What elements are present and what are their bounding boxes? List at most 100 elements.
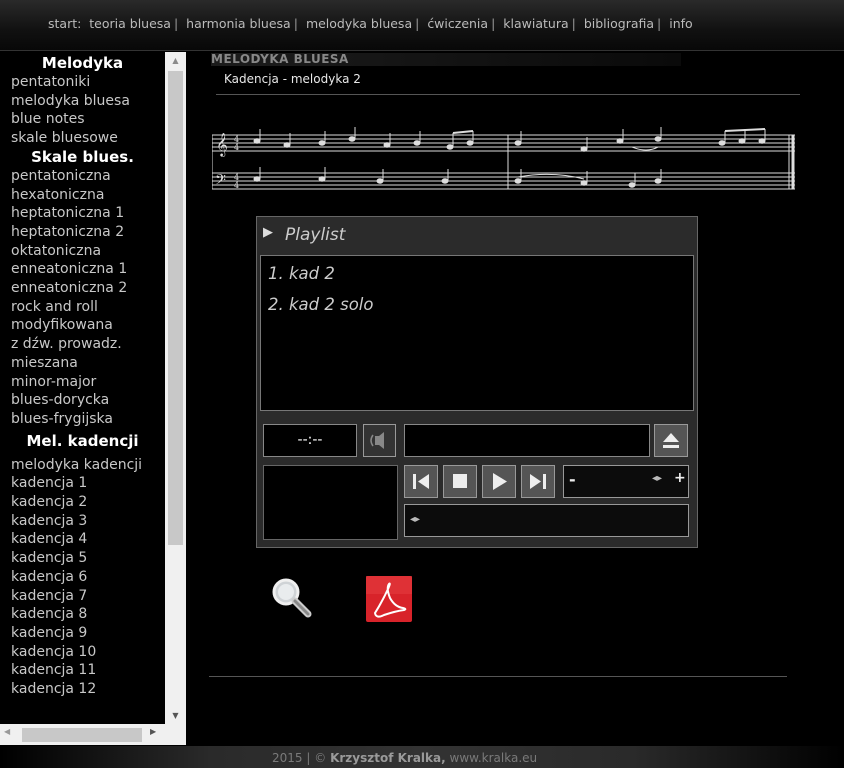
volume-toggle-button[interactable]: [363, 424, 396, 457]
sidebar-link[interactable]: kadencja 3: [0, 512, 165, 531]
playlist-item[interactable]: 1. kad 2: [268, 264, 335, 283]
sidebar-link[interactable]: blues-frygijska: [0, 410, 165, 429]
nav-sep: |: [491, 16, 496, 31]
playlist-label: Playlist: [285, 225, 346, 245]
scrollbar-thumb[interactable]: [22, 728, 142, 742]
playlist-item[interactable]: 2. kad 2 solo: [268, 295, 374, 314]
sidebar-link[interactable]: mieszana: [0, 354, 165, 373]
main-content: MELODYKA BLUESA Kadencja - melodyka 2 𝄞 …: [186, 52, 844, 746]
nav-sep: |: [415, 16, 420, 31]
sidebar-link[interactable]: heptatoniczna 1: [0, 204, 165, 223]
previous-button[interactable]: [404, 465, 438, 498]
magnifier-icon[interactable]: [270, 576, 314, 620]
divider: [216, 94, 800, 95]
sidebar-link[interactable]: kadencja 7: [0, 587, 165, 606]
sidebar-link[interactable]: kadencja 1: [0, 474, 165, 493]
playlist-header[interactable]: ▶ Playlist: [257, 217, 697, 254]
seek-handle-icon[interactable]: ◂▸: [410, 514, 420, 525]
sidebar-link[interactable]: z dźw. prowadz.: [0, 335, 165, 354]
skip-back-icon: [413, 474, 429, 489]
nav-item-info[interactable]: info: [669, 16, 692, 31]
visualizer-area: [263, 465, 398, 540]
sidebar-link[interactable]: kadencja 11: [0, 661, 165, 680]
sidebar-list: Melodyka pentatoniki melodyka bluesa blue n…: [0, 52, 165, 724]
sidebar-link[interactable]: kadencja 4: [0, 530, 165, 549]
sidebar-link[interactable]: kadencja 9: [0, 624, 165, 643]
play-icon: [493, 473, 507, 490]
sidebar: Melodyka pentatoniki melodyka bluesa blue n…: [0, 52, 186, 746]
sidebar-link[interactable]: melodyka bluesa: [0, 92, 165, 111]
stop-icon: [453, 474, 467, 488]
top-navigation: start: teoria bluesa | harmonia bluesa | m…: [0, 0, 844, 51]
progress-bar[interactable]: ◂▸: [404, 504, 689, 537]
sidebar-link[interactable]: pentatoniczna: [0, 167, 165, 186]
nav-prefix: start:: [48, 16, 82, 31]
sidebar-section-header: Mel. kadencji: [26, 431, 139, 450]
scroll-left-icon[interactable]: ◀: [4, 727, 10, 736]
audio-player: ▶ Playlist 1. kad 2 2. kad 2 solo --:--: [256, 216, 698, 548]
drag-handle-icon[interactable]: ◂▸: [652, 473, 662, 484]
page-title: Kadencja - melodyka 2: [224, 72, 361, 86]
volume-plus[interactable]: +: [674, 470, 686, 486]
horizontal-scrollbar[interactable]: ◀ ▶: [0, 724, 165, 745]
sidebar-link[interactable]: heptatoniczna 2: [0, 223, 165, 242]
sidebar-link[interactable]: minor-major: [0, 373, 165, 392]
pdf-icon[interactable]: [366, 576, 412, 622]
nav-sep: |: [293, 16, 298, 31]
sidebar-link[interactable]: kadencja 2: [0, 493, 165, 512]
scrollbar-thumb[interactable]: [168, 71, 183, 545]
footer-author: Krzysztof Kralka,: [330, 751, 446, 765]
scroll-up-icon[interactable]: ▲: [165, 52, 186, 69]
scroll-down-icon[interactable]: ▼: [165, 707, 186, 724]
speaker-icon: [370, 432, 384, 449]
nav-item-harmonia[interactable]: harmonia bluesa: [186, 16, 291, 31]
nav-sep: |: [657, 16, 662, 31]
eject-button[interactable]: [654, 424, 688, 457]
sidebar-link[interactable]: blues-dorycka: [0, 391, 165, 410]
sidebar-link[interactable]: kadencja 6: [0, 568, 165, 587]
scroll-right-icon[interactable]: ▶: [150, 727, 156, 736]
sidebar-link[interactable]: kadencja 10: [0, 643, 165, 662]
sidebar-link[interactable]: hexatoniczna: [0, 186, 165, 205]
footer: 2015 | © Krzysztof Kralka, www.kralka.eu: [0, 746, 844, 768]
volume-minus[interactable]: -: [569, 470, 576, 489]
sidebar-link[interactable]: blue notes: [0, 110, 165, 129]
volume-control[interactable]: - ◂▸ +: [563, 465, 689, 498]
play-triangle-icon: ▶: [263, 225, 273, 240]
footer-site-link[interactable]: www.kralka.eu: [450, 751, 538, 765]
sidebar-link[interactable]: rock and roll: [0, 298, 165, 317]
footer-year: 2015: [272, 751, 303, 765]
svg-text:4: 4: [234, 143, 239, 152]
nav-item-cwiczenia[interactable]: ćwiczenia: [427, 16, 488, 31]
playlist: 1. kad 2 2. kad 2 solo: [260, 255, 694, 411]
sidebar-link[interactable]: pentatoniki: [0, 73, 165, 92]
svg-text:𝄞: 𝄞: [216, 132, 228, 157]
nav-item-klawiatura[interactable]: klawiatura: [503, 16, 568, 31]
sidebar-link[interactable]: kadencja 8: [0, 605, 165, 624]
music-score-image: 𝄞 𝄢 44 44: [212, 127, 795, 192]
svg-text:𝄢: 𝄢: [215, 172, 226, 192]
next-button[interactable]: [521, 465, 555, 498]
nav-items: start: teoria bluesa | harmonia bluesa | m…: [48, 16, 693, 31]
nav-item-melodyka[interactable]: melodyka bluesa: [306, 16, 412, 31]
nav-item-teoria[interactable]: teoria bluesa: [89, 16, 171, 31]
sidebar-link[interactable]: kadencja 12: [0, 680, 165, 699]
sidebar-link[interactable]: modyfikowana: [0, 316, 165, 335]
sidebar-section-header: Melodyka: [41, 54, 124, 72]
track-title-display: [404, 424, 650, 457]
sidebar-link[interactable]: enneatoniczna 1: [0, 260, 165, 279]
copyright-symbol: ©: [314, 751, 327, 765]
play-button[interactable]: [482, 465, 516, 498]
svg-text:4: 4: [234, 181, 239, 190]
eject-icon: [663, 433, 679, 448]
sidebar-link[interactable]: skale bluesowe: [0, 129, 165, 148]
sidebar-link[interactable]: oktatoniczna: [0, 242, 165, 261]
sidebar-link[interactable]: kadencja 5: [0, 549, 165, 568]
sidebar-link[interactable]: melodyka kadencji: [0, 456, 165, 475]
nav-item-bibliografia[interactable]: bibliografia: [584, 16, 654, 31]
sidebar-link[interactable]: enneatoniczna 2: [0, 279, 165, 298]
player-controls: --:-- - ◂▸ + ◂▸: [257, 415, 697, 547]
vertical-scrollbar[interactable]: ▲ ▼: [165, 52, 186, 724]
nav-sep: |: [571, 16, 576, 31]
stop-button[interactable]: [443, 465, 477, 498]
